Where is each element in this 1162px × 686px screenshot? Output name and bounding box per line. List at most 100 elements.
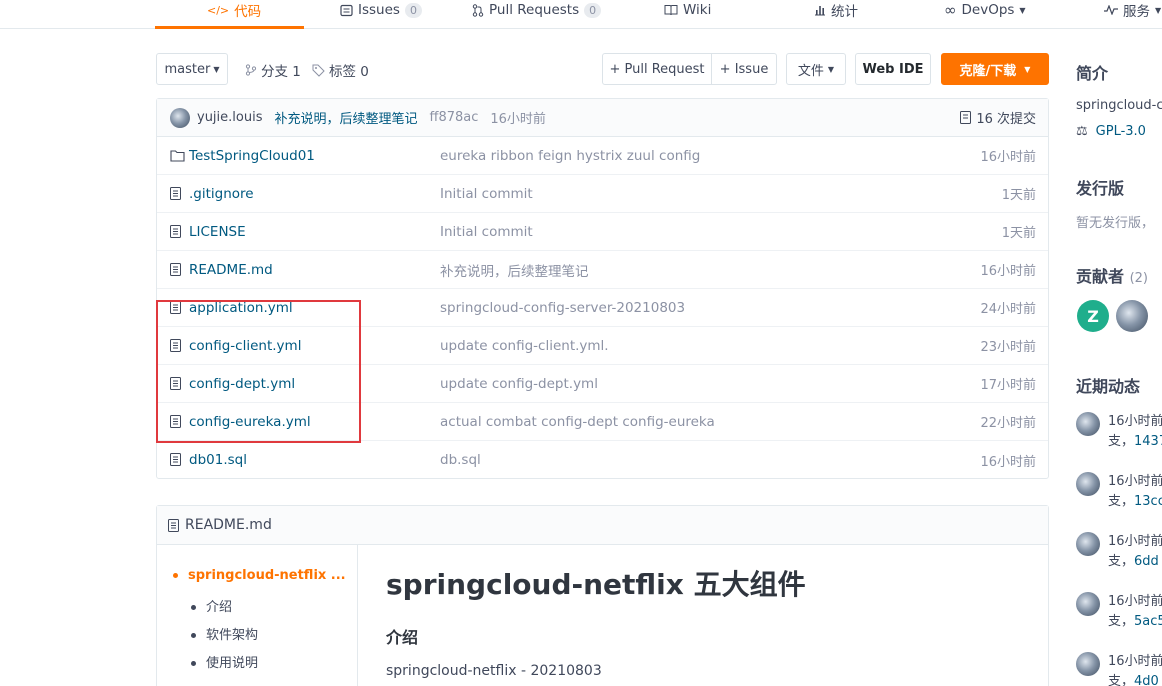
chevron-down-icon: ▼ bbox=[1024, 64, 1031, 74]
activity-detail: 支，6dd bbox=[1108, 550, 1159, 569]
activity-prefix: 支， bbox=[1108, 434, 1135, 449]
tab-pull-requests[interactable]: Pull Requests 0 bbox=[472, 0, 602, 24]
file-name-link[interactable]: LICENSE bbox=[189, 224, 246, 240]
avatar[interactable] bbox=[1076, 592, 1100, 616]
file-icon bbox=[170, 453, 181, 466]
activity-time: 16小时前 bbox=[1108, 414, 1162, 429]
file-name-link[interactable]: .gitignore bbox=[189, 186, 254, 202]
tab-wiki[interactable]: Wiki bbox=[664, 0, 711, 24]
table-row[interactable]: db01.sql db.sql 16小时前 bbox=[157, 441, 1048, 479]
activity-prefix: 支， bbox=[1108, 674, 1135, 686]
new-pull-request-button[interactable]: + Pull Request bbox=[602, 53, 712, 85]
toc-item-architecture[interactable]: 软件架构 bbox=[191, 624, 258, 643]
commit-hash[interactable]: ff878ac bbox=[430, 110, 479, 125]
file-commit-time: 1天前 bbox=[1001, 226, 1036, 241]
new-pull-request-label: + Pull Request bbox=[609, 61, 705, 77]
activity-hash-link[interactable]: 4d0 bbox=[1134, 674, 1159, 686]
tags-link[interactable]: 标签 0 bbox=[312, 60, 369, 80]
commit-author[interactable]: yujie.louis bbox=[197, 110, 262, 125]
folder-icon bbox=[170, 149, 185, 162]
file-commit-message[interactable]: update config-client.yml. bbox=[440, 338, 609, 354]
file-name-link[interactable]: TestSpringCloud01 bbox=[189, 148, 315, 164]
file-name-link[interactable]: README.md bbox=[189, 262, 273, 278]
activity-hash-link[interactable]: 6dd bbox=[1134, 554, 1159, 569]
avatar[interactable] bbox=[1076, 412, 1100, 436]
activity-hash-link[interactable]: 1437 bbox=[1134, 434, 1162, 449]
toc-item-label: 软件架构 bbox=[206, 628, 259, 643]
web-ide-button[interactable]: Web IDE bbox=[855, 53, 931, 85]
contributor-avatar-z[interactable]: Z bbox=[1077, 300, 1109, 332]
branches-label: 分支 1 bbox=[261, 64, 301, 80]
activity-hash-link[interactable]: 5ac5 bbox=[1134, 614, 1162, 629]
toc-item-label: springcloud-netflix ... bbox=[188, 568, 346, 583]
readme-toc: springcloud-netflix ... 介绍 软件架构 使用说明 bbox=[157, 545, 358, 686]
activity-detail: 支，1437 bbox=[1108, 430, 1162, 449]
file-commit-time: 23小时前 bbox=[980, 340, 1036, 355]
commit-count-link[interactable]: 16 次提交 bbox=[960, 108, 1036, 127]
tag-icon bbox=[312, 64, 325, 77]
release-text: 暂无发行版， bbox=[1076, 216, 1155, 231]
avatar[interactable] bbox=[1076, 532, 1100, 556]
table-row[interactable]: README.md 补充说明，后续整理笔记 16小时前 bbox=[157, 251, 1048, 289]
tab-devops[interactable]: ∞ DevOps ▼ bbox=[944, 0, 1026, 24]
bullet-icon bbox=[191, 633, 196, 638]
activity-heading: 近期动态 bbox=[1076, 377, 1141, 396]
issues-count-badge: 0 bbox=[404, 2, 422, 18]
tab-code[interactable]: </> 代码 bbox=[207, 0, 261, 24]
file-commit-message[interactable]: springcloud-config-server-20210803 bbox=[440, 300, 685, 316]
file-commit-time: 16小时前 bbox=[980, 454, 1036, 470]
tab-pull-requests-label: Pull Requests bbox=[489, 2, 580, 18]
file-commit-message[interactable]: Initial commit bbox=[440, 186, 533, 202]
avatar[interactable] bbox=[1076, 472, 1100, 496]
branch-selector[interactable]: master ▼ bbox=[156, 53, 228, 85]
clone-download-button[interactable]: 克隆/下载 ▼ bbox=[941, 53, 1049, 85]
table-row[interactable]: LICENSE Initial commit 1天前 bbox=[157, 213, 1048, 251]
readme-title: springcloud-netflix 五大组件 bbox=[386, 568, 806, 601]
readme-filename: README.md bbox=[185, 517, 272, 533]
activity-hash-link[interactable]: 13cc bbox=[1134, 494, 1162, 509]
commit-message[interactable]: 补充说明，后续整理笔记 bbox=[274, 108, 417, 127]
branches-link[interactable]: 分支 1 bbox=[245, 60, 301, 80]
file-commit-message[interactable]: 补充说明，后续整理笔记 bbox=[440, 260, 589, 280]
activity-prefix: 支， bbox=[1108, 614, 1135, 629]
file-commit-message[interactable]: update config-dept.yml bbox=[440, 376, 598, 392]
license-link[interactable]: ⚖ GPL-3.0 bbox=[1076, 124, 1146, 139]
table-row[interactable]: TestSpringCloud01 eureka ribbon feign hys… bbox=[157, 137, 1048, 175]
file-commit-message[interactable]: actual combat config-dept config-eureka bbox=[440, 414, 715, 430]
avatar[interactable] bbox=[170, 107, 190, 128]
new-issue-button[interactable]: + Issue bbox=[711, 53, 777, 85]
file-commit-time: 17小时前 bbox=[980, 378, 1036, 393]
activity-time: 16小时前 bbox=[1108, 654, 1162, 669]
file-icon bbox=[170, 263, 181, 276]
branch-icon bbox=[245, 64, 257, 76]
file-commit-time: 22小时前 bbox=[980, 416, 1036, 431]
toc-item-intro[interactable]: 介绍 bbox=[191, 596, 232, 615]
tab-issues[interactable]: Issues 0 bbox=[340, 0, 422, 24]
devops-icon: ∞ bbox=[944, 1, 957, 19]
chevron-down-icon: ▼ bbox=[1019, 5, 1026, 15]
file-icon bbox=[170, 225, 181, 238]
activity-detail: 支，4d0 bbox=[1108, 670, 1159, 686]
readme-panel: README.md springcloud-netflix ... 介绍 软件架… bbox=[156, 505, 1049, 686]
tab-code-label: 代码 bbox=[234, 4, 262, 20]
file-commit-time: 16小时前 bbox=[980, 150, 1036, 165]
tab-wiki-label: Wiki bbox=[683, 2, 712, 18]
contributor-avatar[interactable] bbox=[1116, 300, 1148, 332]
tab-issues-label: Issues bbox=[358, 2, 400, 18]
contributors-heading: 贡献者 (2) bbox=[1076, 263, 1148, 287]
toc-item-usage[interactable]: 使用说明 bbox=[191, 652, 258, 671]
file-name-link[interactable]: db01.sql bbox=[189, 452, 247, 468]
file-commit-message[interactable]: eureka ribbon feign hystrix zuul config bbox=[440, 148, 700, 164]
toc-item-title[interactable]: springcloud-netflix ... bbox=[173, 568, 346, 583]
web-ide-label: Web IDE bbox=[862, 61, 924, 77]
avatar[interactable] bbox=[1076, 652, 1100, 676]
file-commit-time: 16小时前 bbox=[980, 264, 1036, 279]
table-row[interactable]: .gitignore Initial commit 1天前 bbox=[157, 175, 1048, 213]
file-icon bbox=[170, 187, 181, 200]
commit-count: 16 次提交 bbox=[976, 112, 1036, 127]
file-menu-button[interactable]: 文件 ▼ bbox=[786, 53, 846, 85]
file-commit-message[interactable]: db.sql bbox=[440, 452, 481, 468]
tab-stats[interactable]: 统计 bbox=[814, 0, 858, 24]
activity-detail: 支，5ac5 bbox=[1108, 610, 1162, 629]
file-commit-message[interactable]: Initial commit bbox=[440, 224, 533, 240]
